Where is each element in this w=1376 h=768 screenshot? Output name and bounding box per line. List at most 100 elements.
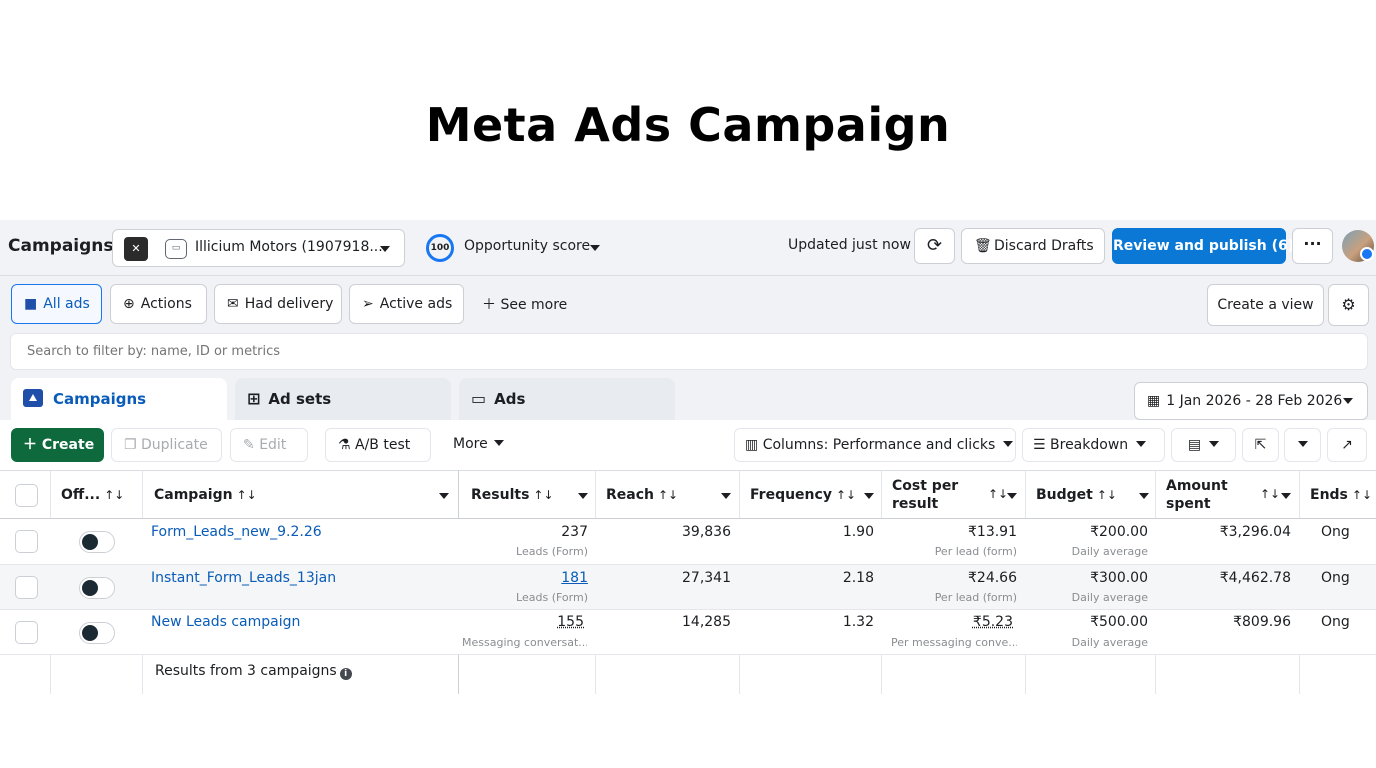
account-logo: ✕ [124,237,148,261]
chevron-down-icon [1209,441,1220,447]
chevron-down-icon[interactable] [864,493,874,499]
pencil-icon: ✎ [243,437,260,453]
discard-drafts-button[interactable]: 🗑 Discard Drafts [961,228,1105,264]
edit-button[interactable]: ✎ Edit [230,428,308,462]
chevron-down-icon[interactable] [439,493,449,499]
select-all-checkbox[interactable] [15,484,38,507]
charts-button[interactable]: ↗ [1327,428,1367,462]
header-frequency[interactable]: Frequency ↑↓ [750,471,856,520]
ab-test-label: A/B test [355,437,411,453]
top-bar: Campaigns ✕ ▭ Illicium Motors (1907918..… [0,220,1376,276]
info-icon[interactable]: i [339,668,352,680]
results-type: Leads (Form) [516,591,588,604]
header-label: Amount [1166,478,1228,494]
review-publish-button[interactable]: Review and publish (6) [1112,228,1294,264]
row-checkbox[interactable] [15,621,38,644]
duplicate-icon: ❐ [124,437,142,453]
columns-dropdown[interactable]: ▥ Columns: Performance and clicks [734,428,1016,462]
refresh-button[interactable]: ⟳ [914,228,955,264]
header-amount-spent[interactable]: Amount spent [1166,471,1228,520]
reach-value: 27,341 [682,570,731,586]
row-checkbox[interactable] [15,576,38,599]
sort-icon[interactable]: ↑↓ [988,487,1008,501]
campaign-toggle[interactable] [79,577,115,599]
campaign-name-link[interactable]: Form_Leads_new_9.2.26 [151,524,322,540]
export-icon: ⇱ [1254,437,1267,453]
see-more-label: See more [500,297,568,313]
date-range-label: 1 Jan 2026 - 28 Feb 2026 [1166,393,1343,409]
campaign-toggle[interactable] [79,622,115,644]
campaign-name-link[interactable]: Instant_Form_Leads_13jan [151,570,336,586]
columns-icon: ▥ [745,437,763,453]
columns-label: Columns: Performance and clicks [762,437,996,453]
tab-campaigns[interactable]: Campaigns [11,378,227,420]
table-row: Form_Leads_new_9.2.26 237 Leads (Form) 3… [0,519,1376,565]
table-header-row: Off... ↑↓ Campaign ↑↓ Results ↑↓ Reach ↑↓ Fr… [0,470,1376,519]
sort-icon[interactable]: ↑↓ [1260,487,1280,501]
account-selector[interactable]: ✕ ▭ Illicium Motors (1907918... [112,229,405,267]
tab-ads[interactable]: ▭ Ads [459,378,675,420]
create-view-button[interactable]: Create a view [1207,284,1324,326]
more-options-button[interactable]: ··· [1292,228,1333,264]
results-value: 237 [561,524,588,540]
header-cost-per-result[interactable]: Cost per result [892,471,958,520]
opportunity-score-ring: 100 [426,234,454,262]
results-value[interactable]: 181 [561,570,588,586]
chevron-down-icon[interactable] [1281,493,1291,499]
cost-per-result-type: Per messaging conve... [891,636,1017,649]
sort-icon: ↑↓ [533,488,554,502]
see-more-link[interactable]: ＋ See more [482,294,567,314]
send-icon: ➢ [362,296,374,312]
chevron-down-icon [590,245,600,251]
more-actions-dropdown[interactable]: More [453,436,504,452]
header-results[interactable]: Results ↑↓ [471,471,554,520]
ends-value: Ong [1321,524,1350,540]
sliders-icon: ⚙ [1341,295,1356,314]
breakdown-icon: ☰ [1033,437,1051,453]
date-range-picker[interactable]: ▦ 1 Jan 2026 - 28 Feb 2026 [1134,382,1368,420]
row-checkbox[interactable] [15,530,38,553]
header-campaign[interactable]: Campaign ↑↓ [154,471,257,520]
page-title: Campaigns [8,236,114,256]
chevron-down-icon [1136,441,1147,447]
filter-all-ads[interactable]: ■ All ads [11,284,102,324]
breakdown-dropdown[interactable]: ☰ Breakdown [1022,428,1165,462]
reports-dropdown[interactable]: ▤ [1171,428,1236,462]
filter-had-delivery[interactable]: ✉ Had delivery [214,284,342,324]
chevron-down-icon[interactable] [578,493,588,499]
budget-type: Daily average [1071,591,1148,604]
header-label: Off... [61,487,101,503]
sort-icon: ↑↓ [658,488,679,502]
results-value[interactable]: 155 [557,614,584,630]
filter-actions[interactable]: ⊕ Actions [110,284,207,324]
header-ends[interactable]: Ends ↑↓ [1310,471,1372,520]
chevron-down-icon[interactable] [1007,493,1017,499]
plus-icon: ＋ [482,297,501,313]
ad-icon: ▭ [471,389,487,408]
tab-ad-sets[interactable]: ⊞ Ad sets [235,378,451,420]
search-input[interactable] [27,344,1367,359]
campaign-toggle[interactable] [79,531,115,553]
chevron-down-icon[interactable] [1139,493,1149,499]
header-reach[interactable]: Reach ↑↓ [606,471,678,520]
ads-manager-window: Campaigns ✕ ▭ Illicium Motors (1907918..… [0,220,1376,694]
customize-settings-button[interactable]: ⚙ [1328,284,1369,326]
budget-value: ₹200.00 [1090,524,1148,540]
create-button[interactable]: ＋ Create [11,428,104,462]
filter-active-ads[interactable]: ➢ Active ads [349,284,464,324]
plus-icon: ＋ [23,437,42,453]
header-budget[interactable]: Budget ↑↓ [1036,471,1117,520]
chart-icon: ↗ [1341,437,1353,453]
header-label: Reach [606,487,654,503]
cost-per-result-value[interactable]: ₹5.23 [973,614,1013,630]
header-off-on[interactable]: Off... ↑↓ [61,471,124,520]
export-button[interactable]: ⇱ [1242,428,1279,462]
ab-test-button[interactable]: ⚗ A/B test [325,428,431,462]
campaign-name-link[interactable]: New Leads campaign [151,614,300,630]
chevron-down-icon[interactable] [721,493,731,499]
header-label: Campaign [154,487,233,503]
duplicate-button[interactable]: ❐ Duplicate [111,428,222,462]
sort-icon: ↑↓ [1096,488,1117,502]
filter-label: Active ads [379,296,453,312]
export-options-dropdown[interactable] [1284,428,1321,462]
